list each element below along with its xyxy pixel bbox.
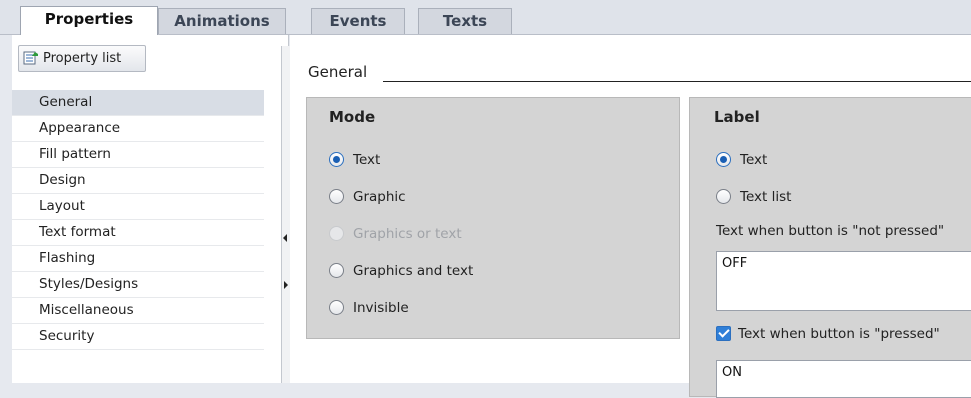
pressed-text-checkbox-label: Text when button is "pressed" <box>738 326 940 342</box>
collapse-left-icon[interactable] <box>283 234 287 242</box>
mode-radio-graphics-and-text[interactable]: Graphics and text <box>329 261 473 281</box>
nav-item-text-format[interactable]: Text format <box>12 220 264 246</box>
mode-radio-graphic-label: Graphic <box>353 189 406 205</box>
mode-radio-invisible-label: Invisible <box>353 300 409 316</box>
not-pressed-text-label: Text when button is "not pressed" <box>716 223 945 239</box>
section-title-general: General <box>308 63 368 81</box>
nav-item-flashing[interactable]: Flashing <box>12 246 264 272</box>
nav-item-styles-designs[interactable]: Styles/Designs <box>12 272 264 298</box>
not-pressed-text-field[interactable]: OFF <box>716 251 971 311</box>
nav-item-security[interactable]: Security <box>12 324 264 350</box>
tab-events[interactable]: Events <box>311 8 405 34</box>
mode-radio-graphics-or-text: Graphics or text <box>329 224 462 244</box>
nav-item-layout[interactable]: Layout <box>12 194 264 220</box>
label-group-title: Label <box>714 108 760 126</box>
radio-unchecked-icon <box>329 263 344 278</box>
mode-radio-text[interactable]: Text <box>329 150 380 170</box>
properties-tab-bar: Properties Animations Events Texts <box>0 0 971 35</box>
expand-right-icon[interactable] <box>284 281 288 289</box>
mode-radio-graphic[interactable]: Graphic <box>329 187 406 207</box>
mode-radio-graphics-or-text-label: Graphics or text <box>353 226 462 242</box>
label-group: Label Text Text list Text when button is… <box>689 97 971 398</box>
checkbox-checked-icon <box>716 326 731 341</box>
radio-checked-icon <box>716 152 731 167</box>
property-content-area: General Mode Text Graphic Graphics or te… <box>290 35 971 398</box>
section-divider <box>383 81 971 82</box>
radio-unchecked-icon <box>329 300 344 315</box>
property-list-icon <box>23 51 38 65</box>
pressed-text-checkbox[interactable]: Text when button is "pressed" <box>716 324 940 344</box>
label-radio-text[interactable]: Text <box>716 150 767 170</box>
mode-group-title: Mode <box>329 108 376 126</box>
label-radio-text-list-label: Text list <box>740 189 792 205</box>
radio-checked-icon <box>329 152 344 167</box>
pressed-text-field[interactable]: ON <box>716 360 971 398</box>
label-radio-text-label: Text <box>740 152 768 168</box>
property-navigation-panel: Property list General Appearance Fill pa… <box>12 35 289 383</box>
mode-radio-text-label: Text <box>353 152 381 168</box>
tab-texts[interactable]: Texts <box>418 8 512 34</box>
nav-item-design[interactable]: Design <box>12 168 264 194</box>
radio-unchecked-icon <box>329 189 344 204</box>
nav-item-fill-pattern[interactable]: Fill pattern <box>12 142 264 168</box>
tab-animations[interactable]: Animations <box>158 8 286 34</box>
mode-group: Mode Text Graphic Graphics or text Graph… <box>306 97 680 339</box>
radio-unchecked-icon <box>716 189 731 204</box>
radio-disabled-icon <box>329 226 344 241</box>
property-list-button[interactable]: Property list <box>18 45 146 72</box>
mode-radio-invisible[interactable]: Invisible <box>329 298 409 318</box>
label-radio-text-list[interactable]: Text list <box>716 187 791 207</box>
mode-radio-graphics-and-text-label: Graphics and text <box>353 263 474 279</box>
nav-item-general[interactable]: General <box>12 90 264 116</box>
tab-properties[interactable]: Properties <box>20 6 158 35</box>
nav-item-miscellaneous[interactable]: Miscellaneous <box>12 298 264 324</box>
property-list-label: Property list <box>43 51 122 66</box>
property-nav-list: General Appearance Fill pattern Design L… <box>12 90 264 350</box>
nav-item-appearance[interactable]: Appearance <box>12 116 264 142</box>
